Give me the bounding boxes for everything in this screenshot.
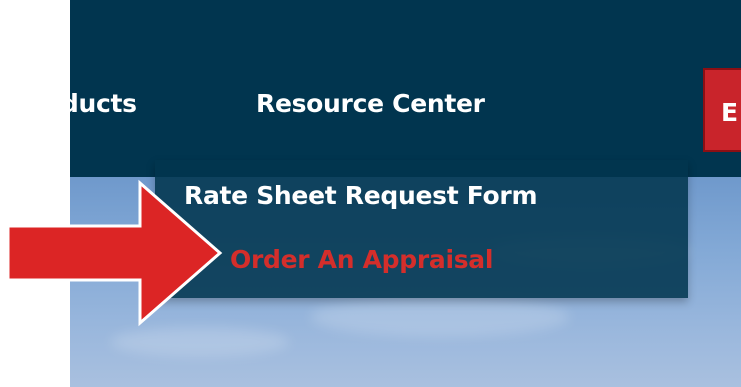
screenshot-canvas: oducts Resource Center E Rate Sheet Requ… (0, 0, 741, 387)
arrow-right-icon (8, 179, 223, 327)
dropdown-item-order-an-appraisal[interactable]: Order An Appraisal (230, 245, 493, 274)
main-navigation: oducts Resource Center E (70, 0, 741, 177)
nav-item-resource-center[interactable]: Resource Center (256, 89, 485, 118)
nav-item-products[interactable]: oducts (70, 89, 137, 118)
dropdown-item-rate-sheet-request-form[interactable]: Rate Sheet Request Form (184, 181, 538, 210)
nav-cta-button[interactable]: E (703, 68, 741, 152)
resource-center-dropdown: Rate Sheet Request Form Order An Apprais… (155, 160, 688, 298)
nav-cta-label: E (721, 98, 739, 127)
